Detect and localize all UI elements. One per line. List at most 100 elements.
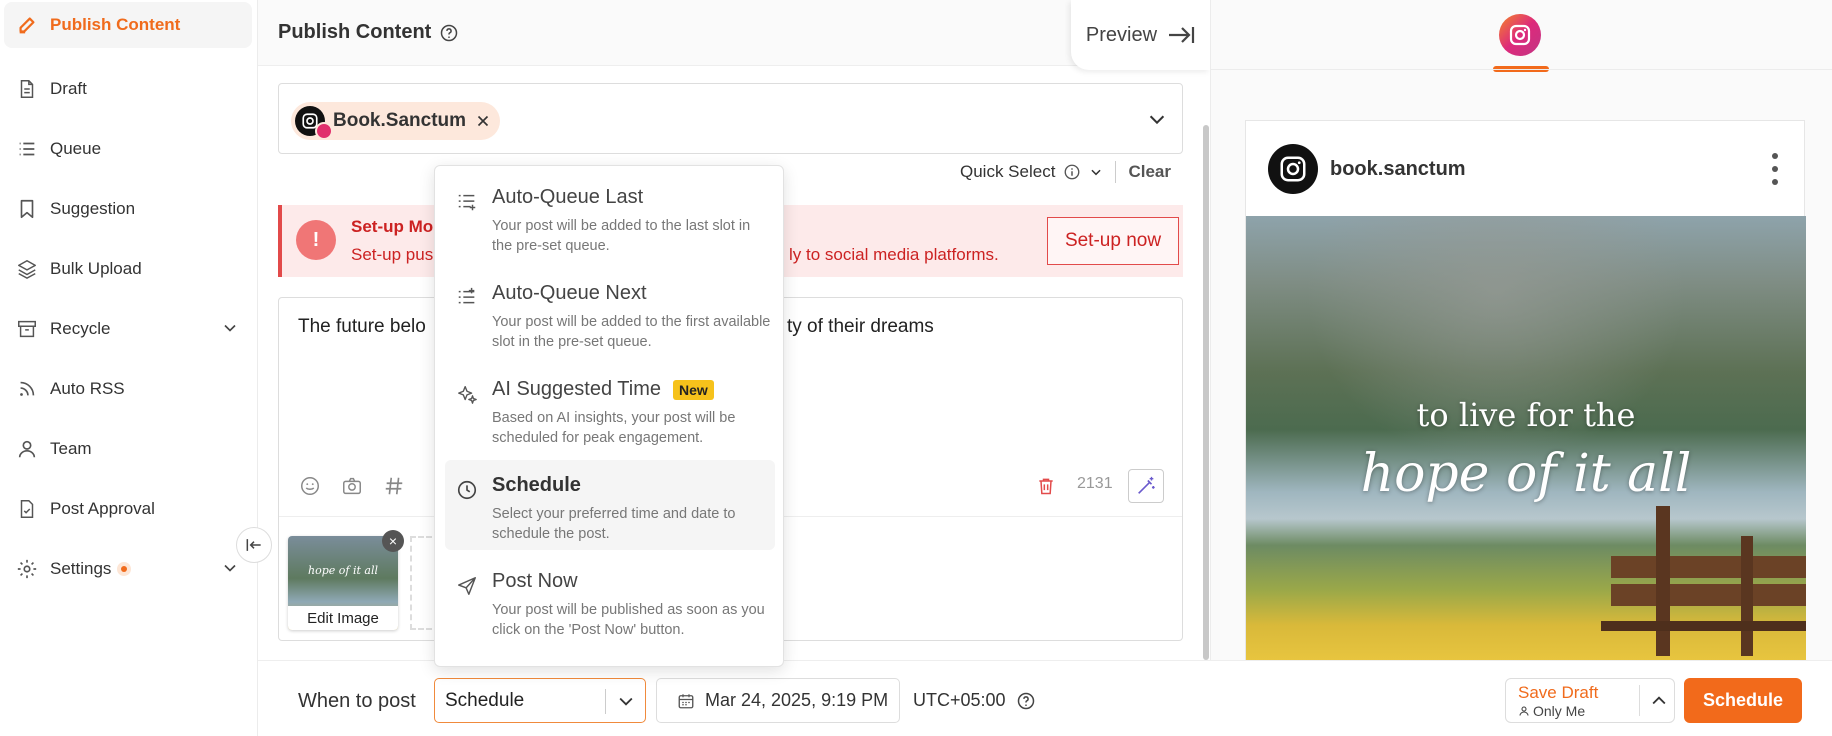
clock-icon — [455, 478, 479, 502]
profile-avatar — [1268, 144, 1318, 194]
save-draft-visibility-text: Only Me — [1533, 703, 1586, 719]
schedule-button[interactable]: Schedule — [1684, 678, 1802, 723]
preview-toggle-button[interactable]: Preview — [1071, 0, 1210, 70]
sidebar-item-publish-content[interactable]: Publish Content — [4, 2, 252, 48]
new-badge: New — [672, 379, 714, 400]
instagram-icon — [1509, 24, 1531, 46]
hashtag-icon[interactable] — [379, 471, 409, 501]
alert-text-continued: ly to social media platforms. — [789, 245, 999, 264]
chevron-up-icon[interactable] — [1649, 691, 1669, 716]
sparkle-icon — [455, 382, 479, 406]
post-image: to live for the hope of it all — [1246, 216, 1806, 661]
date-time-picker[interactable]: Mar 24, 2025, 9:19 PM — [656, 678, 900, 723]
sidebar-item-settings[interactable]: Settings — [4, 546, 252, 592]
account-avatar — [295, 106, 333, 140]
sidebar-item-bulk-upload[interactable]: Bulk Upload — [4, 246, 252, 292]
sidebar-item-auto-rss[interactable]: Auto RSS — [4, 366, 252, 412]
chevron-down-icon[interactable] — [220, 558, 240, 583]
account-selector[interactable]: Book.Sanctum — [278, 83, 1183, 154]
menu-item-title: Auto-Queue Last — [492, 186, 643, 209]
image-caption-line2: hope of it all — [1360, 444, 1692, 504]
document-icon — [14, 76, 40, 102]
sidebar-item-label: Post Approval — [50, 499, 155, 518]
close-icon[interactable] — [474, 112, 492, 130]
sidebar-item-draft[interactable]: Draft — [4, 66, 252, 112]
editor-text-continued[interactable]: ty of their dreams — [787, 316, 934, 338]
save-draft-button[interactable]: Save Draft Only Me — [1505, 678, 1675, 723]
date-time-value: Mar 24, 2025, 9:19 PM — [705, 690, 889, 710]
remove-image-icon[interactable]: × — [382, 530, 404, 552]
sidebar-item-post-approval[interactable]: Post Approval — [4, 486, 252, 532]
notification-dot — [121, 566, 128, 572]
instagram-tab[interactable] — [1499, 14, 1541, 56]
chevron-down-icon[interactable] — [1089, 165, 1103, 179]
arrow-right-to-line-icon — [1169, 27, 1195, 43]
preview-label: Preview — [1085, 23, 1158, 46]
menu-item-post-now[interactable]: Post Now Your post will be published as … — [445, 556, 775, 646]
image-thumbnail[interactable]: hope of it all Edit Image — [288, 536, 398, 630]
layers-icon — [14, 256, 40, 282]
sidebar-item-label: Draft — [50, 79, 87, 98]
collapse-icon — [246, 539, 261, 551]
camera-icon[interactable] — [337, 471, 367, 501]
main-header: Publish Content Preview — [258, 0, 1210, 70]
rss-icon — [14, 376, 40, 402]
chevron-down-icon — [616, 691, 636, 717]
when-to-post-value: Schedule — [445, 689, 525, 711]
emoji-icon[interactable] — [295, 471, 325, 501]
menu-item-title-text: Schedule — [492, 474, 581, 496]
alert-icon: ! — [296, 220, 336, 260]
menu-item-title-text: Post Now — [492, 570, 578, 592]
info-icon[interactable] — [1063, 163, 1081, 181]
sidebar-item-label: Team — [50, 439, 92, 458]
when-to-post-select[interactable]: Schedule — [434, 678, 646, 723]
more-options-icon[interactable] — [1772, 153, 1778, 185]
chevron-down-icon[interactable] — [220, 318, 240, 343]
chevron-down-icon[interactable] — [1146, 108, 1168, 135]
sidebar-item-label: Bulk Upload — [50, 259, 142, 278]
editor-text[interactable]: The future belo — [298, 316, 426, 338]
sidebar-item-suggestion[interactable]: Suggestion — [4, 186, 252, 232]
sidebar-item-team[interactable]: Team — [4, 426, 252, 472]
sidebar: Publish Content Draft Queue Suggestion B… — [0, 0, 258, 736]
approval-icon — [14, 496, 40, 522]
gear-icon — [14, 556, 40, 582]
send-icon — [455, 574, 479, 598]
menu-item-title: AI Suggested Time New — [492, 378, 714, 401]
edit-image-button[interactable]: Edit Image — [288, 606, 398, 630]
user-icon — [14, 436, 40, 462]
collapse-sidebar-button[interactable] — [236, 527, 272, 563]
sidebar-item-label: Publish Content — [50, 15, 181, 34]
sidebar-item-recycle[interactable]: Recycle — [4, 306, 252, 352]
calendar-icon — [678, 693, 694, 708]
menu-item-title-text: AI Suggested Time — [492, 378, 661, 400]
help-icon[interactable] — [1016, 691, 1036, 711]
clear-button[interactable]: Clear — [1128, 162, 1171, 182]
preview-panel: book.sanctum to live for the hope of it … — [1210, 0, 1832, 661]
ai-assist-button[interactable] — [1128, 469, 1164, 503]
trash-icon[interactable] — [1031, 471, 1061, 501]
alert-title: Set-up Mo — [351, 217, 434, 236]
menu-item-title-text: Auto-Queue Last — [492, 186, 644, 208]
menu-item-schedule[interactable]: Schedule Select your preferred time and … — [445, 460, 775, 550]
help-icon[interactable] — [439, 23, 459, 43]
divider — [1115, 161, 1117, 183]
menu-item-desc: Select your preferred time and date to s… — [492, 506, 736, 542]
quick-select-dropdown[interactable]: Quick Select — [960, 162, 1055, 182]
instagram-icon — [1280, 156, 1306, 182]
timezone-value: UTC+05:00 — [913, 690, 1006, 710]
list-icon — [14, 136, 40, 162]
scrollbar[interactable] — [1203, 125, 1209, 660]
timezone: UTC+05:00 — [913, 690, 1036, 711]
menu-item-title-text: Auto-Queue Next — [492, 282, 647, 304]
sidebar-item-queue[interactable]: Queue — [4, 126, 252, 172]
menu-item-auto-queue-last[interactable]: Auto-Queue Last Your post will be added … — [445, 172, 775, 262]
setup-now-button[interactable]: Set-up now — [1047, 217, 1179, 265]
bookmark-icon — [14, 196, 40, 222]
menu-item-desc: Your post will be added to the last slot… — [492, 218, 751, 254]
page-title: Publish Content — [278, 21, 459, 44]
profile-username: book.sanctum — [1330, 158, 1466, 180]
menu-item-auto-queue-next[interactable]: Auto-Queue Next Your post will be added … — [445, 268, 775, 358]
menu-item-ai-suggested-time[interactable]: AI Suggested Time New Based on AI insigh… — [445, 364, 775, 454]
save-draft-label: Save Draft — [1518, 683, 1599, 702]
